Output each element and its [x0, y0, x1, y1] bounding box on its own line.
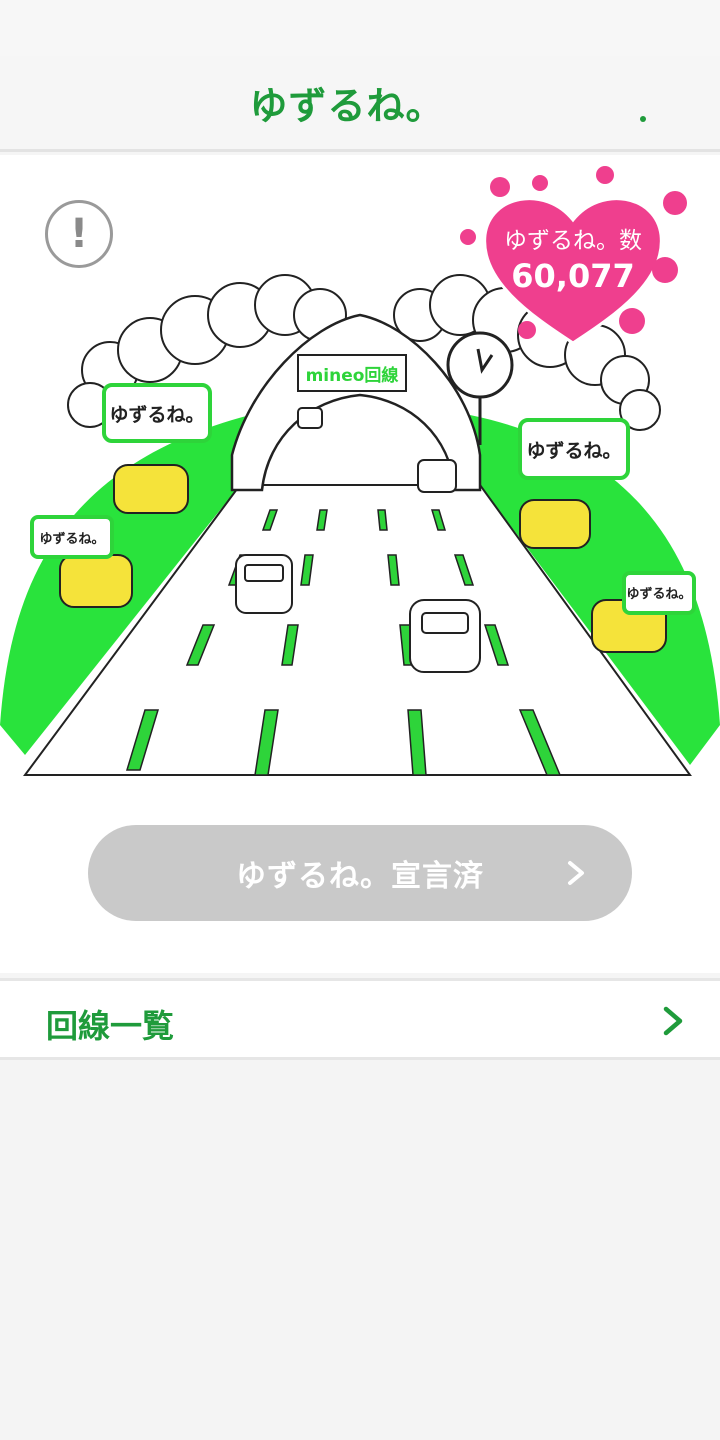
declare-button-label: ゆずるね。宣言済	[236, 859, 484, 894]
app-header: ゆずるね。	[0, 56, 720, 152]
bubble-text: ゆずるね。	[526, 440, 621, 462]
bubble-text: ゆずるね。	[626, 586, 691, 602]
page-title: ゆずるね。	[249, 84, 445, 128]
chevron-right-icon	[663, 1006, 683, 1036]
yuzurune-count-value: 60,077	[511, 257, 635, 295]
lower-content-area	[0, 1060, 720, 1440]
mineo-sign-text: mineo回線	[306, 365, 399, 386]
status-bar	[0, 0, 720, 60]
chevron-right-icon	[568, 861, 584, 885]
info-button[interactable]: !	[45, 200, 113, 268]
line-list-label: 回線一覧	[46, 1007, 175, 1045]
bubble-text: ゆずるね。	[39, 531, 104, 547]
yuzurune-card: mineo回線 ゆずるね。 ゆずるね。 ゆずるね。 ゆずるね。 ! ゆずるね。数…	[0, 155, 720, 973]
bubble-text: ゆずるね。	[109, 404, 204, 426]
declare-button[interactable]: ゆずるね。宣言済	[88, 825, 632, 921]
yuzurune-count-label: ゆずるね。数	[504, 228, 642, 254]
exclamation-icon: !	[69, 211, 89, 257]
line-list-row[interactable]: 回線一覧	[0, 978, 720, 1060]
notification-dot	[640, 116, 646, 122]
